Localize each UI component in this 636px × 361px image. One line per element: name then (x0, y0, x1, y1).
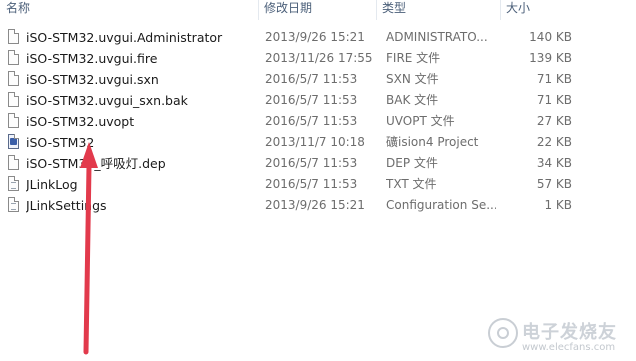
file-type: Configuration Se... (386, 198, 496, 212)
file-date: 2013/9/26 15:21 (265, 198, 365, 212)
column-header-date[interactable]: 修改日期 (258, 0, 376, 20)
document-icon (8, 50, 19, 65)
column-header-bar: 名称 修改日期 类型 大小 (0, 0, 636, 20)
file-row[interactable]: iSO-STM32.uvgui.Administrator 2013/9/26 … (0, 27, 600, 48)
file-name: iSO-STM32.uvgui.sxn (26, 72, 159, 87)
file-size: 27 KB (536, 114, 572, 128)
file-date: 2016/5/7 11:53 (265, 72, 358, 86)
file-name: JLinkSettings (26, 198, 107, 213)
file-row[interactable]: iSO-STM32.uvopt 2016/5/7 11:53 UVOPT 文件 … (0, 111, 600, 132)
column-header-name[interactable]: 名称 (0, 0, 258, 20)
file-date: 2013/11/26 17:55 (265, 51, 373, 65)
file-name: iSO-STM32_呼吸灯.dep (26, 156, 166, 171)
file-size: 57 KB (536, 177, 572, 191)
text-document-icon (8, 176, 19, 191)
file-name: JLinkLog (26, 177, 78, 192)
file-row[interactable]: iSO-STM32.uvgui.fire 2013/11/26 17:55 FI… (0, 48, 600, 69)
file-row[interactable]: iSO-STM32_呼吸灯.dep 2016/5/7 11:53 DEP 文件 … (0, 153, 600, 174)
watermark-title: 电子发烧友 (522, 322, 617, 343)
file-name: iSO-STM32.uvgui.fire (26, 51, 158, 66)
file-name: iSO-STM32.uvgui_sxn.bak (26, 93, 188, 108)
file-name: iSO-STM32.uvopt (26, 114, 135, 129)
file-size: 1 KB (544, 198, 572, 212)
file-row[interactable]: iSO-STM32.uvgui_sxn.bak 2016/5/7 11:53 B… (0, 90, 600, 111)
watermark: 电子发烧友 www.elecfans.com (488, 316, 628, 358)
file-row[interactable]: iSO-STM32.uvgui.sxn 2016/5/7 11:53 SXN 文… (0, 69, 600, 90)
document-icon (8, 92, 19, 107)
document-icon (8, 29, 19, 44)
watermark-url: www.elecfans.com (522, 342, 616, 353)
file-type: BAK 文件 (386, 93, 439, 107)
file-name: iSO-STM32 (26, 135, 95, 150)
file-type: DEP 文件 (386, 156, 438, 170)
file-name: iSO-STM32.uvgui.Administrator (26, 30, 223, 45)
file-size: 34 KB (536, 156, 572, 170)
file-size: 140 KB (529, 30, 572, 44)
file-type: FIRE 文件 (386, 51, 441, 65)
file-date: 2016/5/7 11:53 (265, 156, 358, 170)
document-icon (8, 71, 19, 86)
keil-project-icon (8, 134, 19, 149)
file-date: 2016/5/7 11:53 (265, 114, 358, 128)
file-type: ADMINISTRATO... (386, 30, 488, 44)
elecfans-logo-icon (488, 318, 518, 348)
file-size: 71 KB (536, 93, 572, 107)
column-header-type[interactable]: 类型 (376, 0, 500, 20)
file-date: 2013/9/26 15:21 (265, 30, 365, 44)
file-row[interactable]: JLinkLog 2016/5/7 11:53 TXT 文件 57 KB (0, 174, 600, 195)
file-date: 2013/11/7 10:18 (265, 135, 365, 149)
file-size: 139 KB (529, 51, 572, 65)
file-type: SXN 文件 (386, 72, 439, 86)
file-date: 2016/5/7 11:53 (265, 177, 358, 191)
file-size: 71 KB (536, 72, 572, 86)
file-type: UVOPT 文件 (386, 114, 455, 128)
file-type: TXT 文件 (386, 177, 437, 191)
document-icon (8, 155, 19, 170)
file-row[interactable]: JLinkSettings 2013/9/26 15:21 Configurat… (0, 195, 600, 216)
file-date: 2016/5/7 11:53 (265, 93, 358, 107)
text-document-icon (8, 197, 19, 212)
file-type: 礦ision4 Project (386, 135, 479, 149)
file-row[interactable]: iSO-STM32 2013/11/7 10:18 礦ision4 Projec… (0, 132, 600, 153)
column-header-size[interactable]: 大小 (500, 0, 580, 20)
document-icon (8, 113, 19, 128)
file-size: 22 KB (536, 135, 572, 149)
